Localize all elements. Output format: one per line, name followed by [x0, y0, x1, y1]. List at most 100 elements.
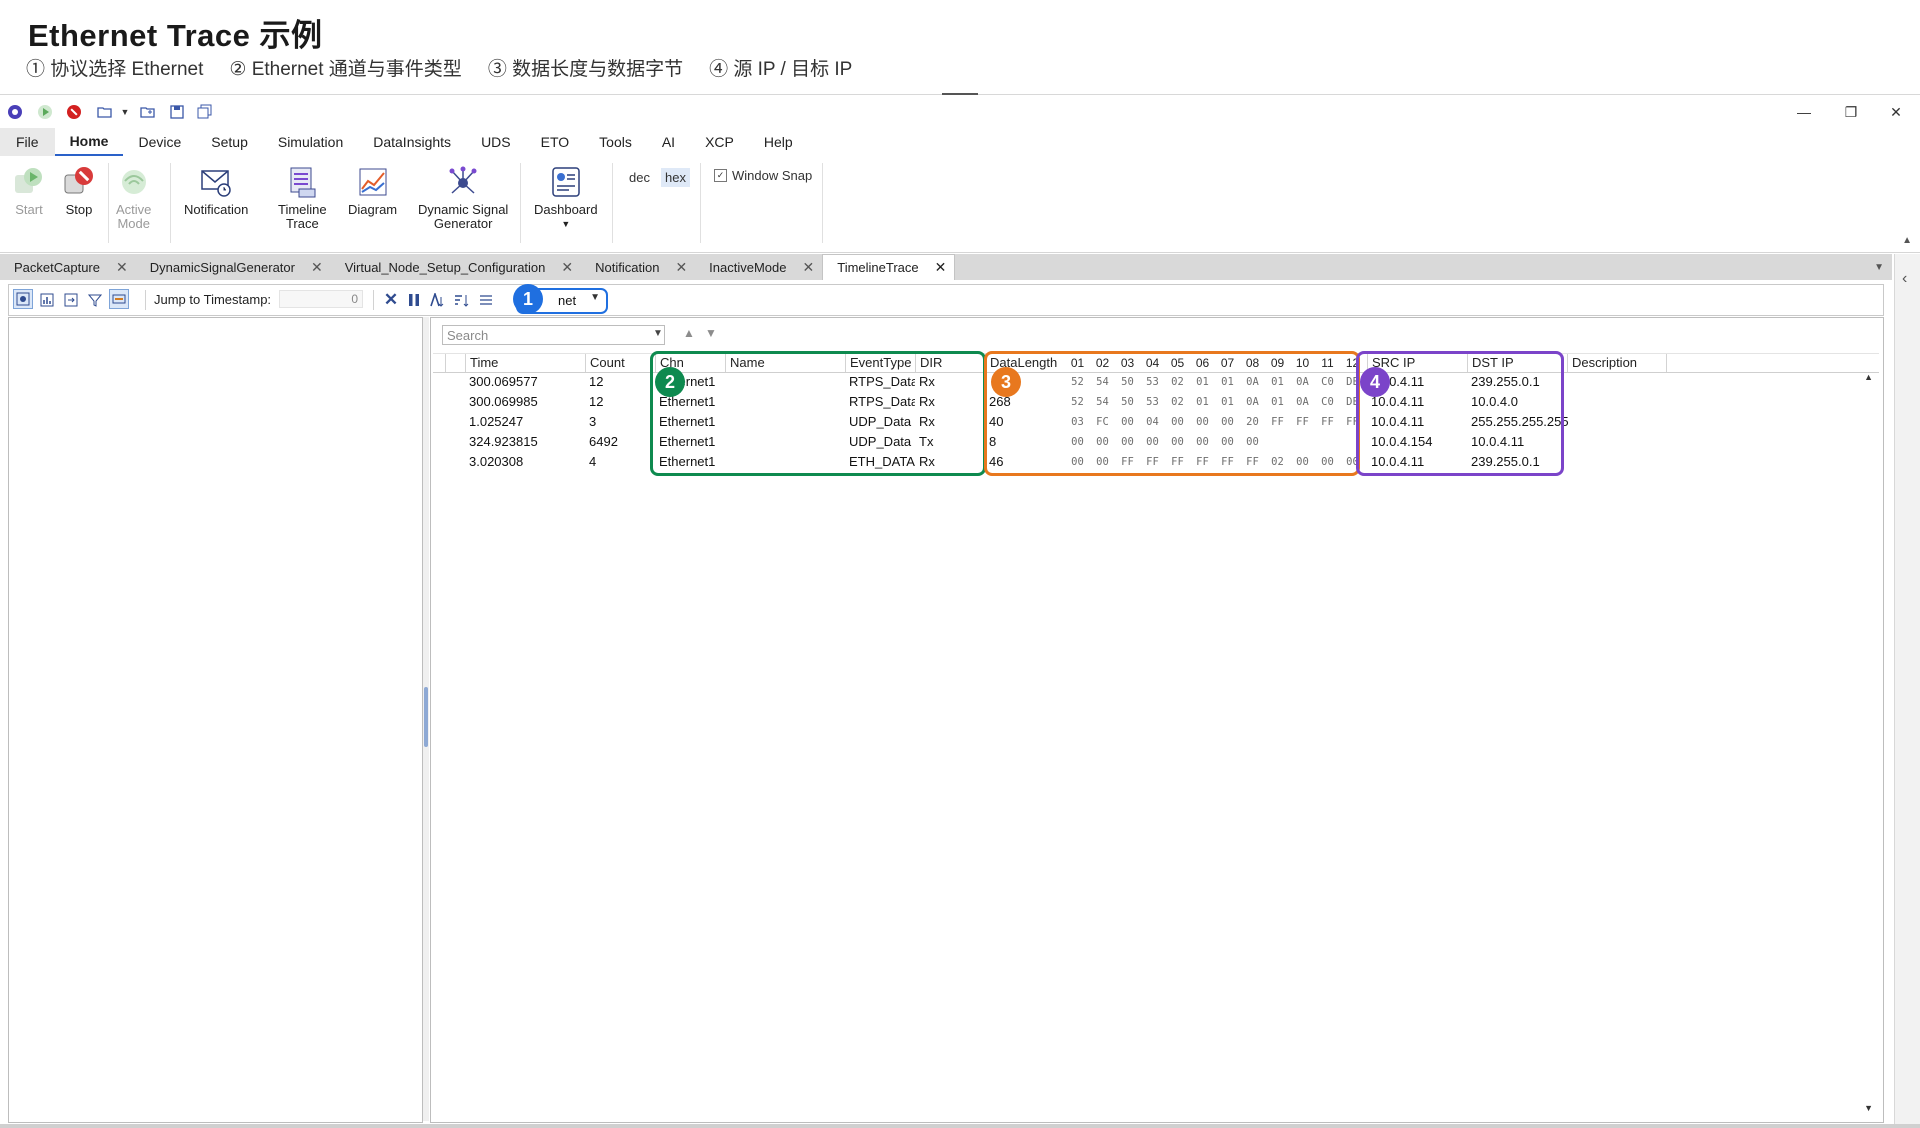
menu-simulation[interactable]: Simulation — [263, 128, 358, 156]
save-all-icon[interactable] — [196, 103, 214, 121]
column-header-byte[interactable]: 10 — [1290, 354, 1315, 372]
close-icon[interactable]: ✕ — [116, 259, 128, 276]
table-row[interactable]: 1.025247 3 Ethernet1 UDP_Data Rx 40 10.0.4.11 2… — [433, 412, 1859, 432]
search-previous-icon[interactable]: ▲ — [683, 326, 695, 340]
new-folder-icon[interactable] — [139, 103, 157, 121]
dec-toggle[interactable]: dec — [625, 168, 654, 187]
tab-overflow-icon[interactable]: ▼ — [1874, 262, 1884, 273]
statistics-icon[interactable] — [37, 290, 57, 310]
notification-button[interactable]: Notification — [184, 165, 248, 217]
column-header-dir[interactable]: DIR — [915, 354, 985, 372]
cell-datalength: 46 — [989, 454, 1004, 469]
column-header-byte[interactable]: 05 — [1165, 354, 1190, 372]
column-header-count[interactable]: Count — [585, 354, 655, 372]
open-folder-icon[interactable] — [96, 103, 114, 121]
menu-device[interactable]: Device — [123, 128, 196, 156]
cell-datalength: 268 — [989, 394, 1011, 409]
export-icon[interactable] — [61, 290, 81, 310]
column-header-name[interactable]: Name — [725, 354, 845, 372]
tab-virtual-node-setup[interactable]: Virtual_Node_Setup_Configuration ✕ — [331, 254, 581, 280]
column-header-byte[interactable]: 01 — [1065, 354, 1090, 372]
table-row[interactable]: 300.069985 12 Ethernet1 RTPS_Data Rx 268 10.0.… — [433, 392, 1859, 412]
column-header-byte[interactable]: 12 — [1340, 354, 1365, 372]
close-icon[interactable]: ✕ — [803, 259, 815, 276]
stop-button[interactable]: Stop — [62, 165, 96, 217]
hex-toggle[interactable]: hex — [661, 168, 690, 187]
filter-icon[interactable] — [85, 290, 105, 310]
step-3: ③ 数据长度与数据字节 — [487, 59, 684, 80]
tab-dynamicsignalgenerator[interactable]: DynamicSignalGenerator ✕ — [136, 254, 331, 280]
chevron-left-icon[interactable]: ‹ — [1902, 270, 1907, 288]
close-icon[interactable]: ✕ — [311, 259, 323, 276]
highlight-icon[interactable] — [109, 289, 129, 309]
ribbon-collapse-icon[interactable]: ▲ — [1902, 235, 1912, 246]
column-header-byte[interactable]: 08 — [1240, 354, 1265, 372]
table-row[interactable]: 300.069577 12 Ethernet1 RTPS_Data Rx 10.0.4.1… — [433, 372, 1859, 392]
scroll-down-icon[interactable]: ▼ — [1864, 1103, 1873, 1113]
diagram-button[interactable]: Diagram — [348, 165, 397, 217]
stop-quick-icon[interactable] — [65, 103, 83, 121]
search-input[interactable]: Search — [442, 325, 665, 345]
save-icon[interactable] — [168, 103, 186, 121]
list-settings-icon[interactable] — [476, 290, 496, 310]
tab-timelinetrace[interactable]: TimelineTrace ✕ — [822, 254, 956, 280]
menu-help[interactable]: Help — [749, 128, 808, 156]
cell-dir: Rx — [919, 394, 935, 409]
column-header-time[interactable]: Time — [465, 354, 585, 372]
active-mode-button[interactable]: Active Mode — [116, 165, 151, 231]
scroll-up-icon[interactable]: ▲ — [1864, 372, 1873, 382]
column-header-byte[interactable]: 02 — [1090, 354, 1115, 372]
minimize-button[interactable]: — — [1784, 100, 1824, 124]
menu-setup[interactable]: Setup — [196, 128, 263, 156]
column-header-description[interactable]: Description — [1567, 354, 1667, 372]
pause-icon[interactable] — [404, 290, 424, 310]
column-header-byte[interactable]: 11 — [1315, 354, 1340, 372]
sort-time-icon[interactable] — [428, 290, 448, 310]
menu-xcp[interactable]: XCP — [690, 128, 749, 156]
sort-order-icon[interactable] — [452, 290, 472, 310]
start-button[interactable]: Start — [12, 165, 46, 217]
pane-splitter[interactable] — [423, 317, 429, 1121]
menu-uds[interactable]: UDS — [466, 128, 526, 156]
column-header-byte[interactable]: 04 — [1140, 354, 1165, 372]
menu-eto[interactable]: ETO — [526, 128, 585, 156]
dynamic-signal-generator-button[interactable]: Dynamic Signal Generator — [418, 165, 508, 231]
column-header-byte[interactable]: 09 — [1265, 354, 1290, 372]
dashboard-button[interactable]: Dashboard ▼ — [534, 165, 598, 231]
menu-ai[interactable]: AI — [647, 128, 690, 156]
splitter-grip[interactable] — [424, 687, 428, 747]
restore-button[interactable]: ❐ — [1831, 100, 1871, 124]
menu-tools[interactable]: Tools — [584, 128, 647, 156]
column-header-byte[interactable]: 03 — [1115, 354, 1140, 372]
column-header-byte[interactable]: 07 — [1215, 354, 1240, 372]
window-snap-checkbox[interactable]: ✓ Window Snap — [714, 168, 812, 183]
timeline-trace-button[interactable]: Timeline Trace — [278, 165, 327, 231]
column-header-dst-ip[interactable]: DST IP — [1467, 354, 1567, 372]
trace-view-icon[interactable] — [13, 289, 33, 309]
row-indicator-header — [445, 354, 465, 372]
close-icon[interactable]: ✕ — [675, 259, 687, 276]
search-next-icon[interactable]: ▼ — [705, 326, 717, 340]
close-icon[interactable]: ✕ — [561, 259, 573, 276]
close-icon[interactable]: ✕ — [935, 259, 947, 276]
close-button[interactable]: ✕ — [1876, 100, 1916, 124]
jump-to-timestamp-input[interactable]: 0 — [279, 290, 363, 308]
table-row[interactable]: 324.923815 6492 Ethernet1 UDP_Data Tx 8 10.0.4… — [433, 432, 1859, 452]
search-dropdown-icon[interactable]: ▼ — [653, 328, 663, 339]
tab-inactivemode[interactable]: InactiveMode ✕ — [695, 254, 822, 280]
menu-file[interactable]: File — [0, 128, 55, 156]
tab-notification[interactable]: Notification ✕ — [581, 254, 695, 280]
column-header-eventtype[interactable]: EventType — [845, 354, 915, 372]
table-row[interactable]: 3.020308 4 Ethernet1 ETH_DATA Rx 46 10.0.4.11 2… — [433, 452, 1859, 472]
menu-datainsights[interactable]: DataInsights — [358, 128, 466, 156]
tab-packetcapture[interactable]: PacketCapture ✕ — [0, 254, 136, 280]
cell-byte: 00 — [1321, 456, 1334, 468]
menu-home[interactable]: Home — [54, 128, 124, 156]
left-pane — [8, 317, 423, 1123]
cell-byte: FC — [1096, 416, 1109, 428]
annotation-badge-1: 1 — [513, 284, 543, 314]
column-header-byte[interactable]: 06 — [1190, 354, 1215, 372]
open-dropdown-icon[interactable]: ▼ — [116, 103, 134, 121]
start-quick-icon[interactable] — [36, 103, 54, 121]
clear-icon[interactable]: ✕ — [381, 290, 401, 310]
